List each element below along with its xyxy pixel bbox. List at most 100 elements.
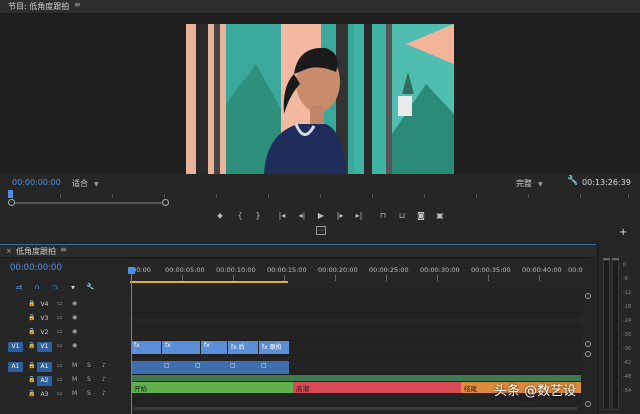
sync-lock-icon[interactable]: ▭ — [57, 342, 63, 349]
comparison-view-icon[interactable]: ▣ — [434, 210, 446, 222]
button-editor-icon[interactable]: ⋯ — [316, 226, 326, 235]
camera-icon[interactable]: ◙ — [415, 210, 427, 222]
mute-button[interactable]: M — [72, 362, 77, 369]
scroll-handle[interactable] — [585, 401, 591, 407]
program-current-timecode[interactable]: 00:00:00:00 — [12, 178, 61, 187]
track-name[interactable]: V2 — [37, 328, 52, 338]
sync-lock-icon[interactable]: ▭ — [57, 300, 63, 307]
audio-clip-icon: ▢ — [230, 362, 236, 369]
track-header-v1: V1 🔒 V1 ▭ ◉ — [0, 341, 130, 354]
source-patch-v1[interactable]: V1 — [8, 342, 23, 352]
mute-button[interactable]: M — [72, 376, 77, 383]
work-area-bar[interactable] — [130, 281, 288, 283]
extract-icon[interactable]: ⊔ — [396, 210, 408, 222]
audio-section-climax[interactable]: 高潮 — [293, 382, 461, 393]
video-clip[interactable]: fx 后 — [228, 341, 258, 354]
lock-icon[interactable]: 🔒 — [28, 328, 35, 335]
scroll-handle[interactable] — [585, 351, 591, 357]
ruler-label: 00:00:15:00 — [267, 266, 307, 274]
go-to-out-icon[interactable]: ▸| — [353, 210, 365, 222]
ruler-tick — [164, 194, 165, 198]
track-name[interactable]: A2 — [37, 376, 52, 386]
video-clip[interactable]: fx 跟拍 — [259, 341, 289, 354]
program-zoom-scrollbar[interactable] — [8, 199, 169, 206]
premiere-workspace: 节目: 低角度跟拍 ≡ 00:00:00:00 适合 ▼ 完整 ▼ 🔧 00:1… — [0, 0, 640, 414]
program-monitor-header: 节目: 低角度跟拍 ≡ — [0, 0, 640, 14]
sync-lock-icon[interactable]: ▭ — [57, 390, 63, 397]
eye-icon[interactable]: ◉ — [72, 300, 77, 307]
ruler-label: 00:00:40:00 — [522, 266, 562, 274]
mark-in-icon[interactable]: { — [234, 210, 246, 222]
zoom-handle-right[interactable] — [162, 199, 169, 206]
db-label: -42 — [623, 360, 632, 366]
timeline-ruler[interactable]: :00:00 00:00:05:00 00:00:10:00 00:00:15:… — [130, 261, 583, 283]
db-label: -30 — [623, 332, 632, 338]
audio-section-start[interactable]: 开始 — [131, 382, 293, 393]
meter-left — [603, 260, 610, 410]
lift-icon[interactable]: ⊓ — [377, 210, 389, 222]
panel-menu-icon[interactable]: ≡ — [60, 245, 67, 254]
source-patch-a1[interactable]: A1 — [8, 362, 23, 372]
track-name[interactable]: A3 — [37, 390, 52, 400]
horizontal-scrollbar[interactable] — [133, 407, 578, 410]
program-duration-timecode: 00:13:26:39 — [582, 178, 631, 187]
lock-icon[interactable]: 🔒 — [28, 314, 35, 321]
timeline-tools: ⇄ ∩ ⊃ ▾ 🔧 — [10, 275, 100, 292]
video-clip[interactable]: fx — [131, 341, 161, 354]
track-name[interactable]: V3 — [37, 314, 52, 324]
timeline-playhead[interactable] — [128, 267, 135, 414]
chevron-down-icon: ▼ — [538, 181, 543, 188]
lock-icon[interactable]: 🔒 — [28, 376, 35, 383]
step-back-icon[interactable]: ◂| — [296, 210, 308, 222]
vertical-scrollbar[interactable] — [584, 289, 592, 414]
microphone-icon[interactable]: ♪ — [102, 376, 106, 383]
add-button-icon[interactable]: + — [619, 227, 627, 238]
lock-icon[interactable]: 🔒 — [28, 300, 35, 307]
sync-lock-icon[interactable]: ▭ — [57, 328, 63, 335]
track-name[interactable]: V1 — [37, 342, 52, 352]
go-to-in-icon[interactable]: |◂ — [276, 210, 288, 222]
track-name[interactable]: V4 — [37, 300, 52, 310]
solo-button[interactable]: S — [87, 362, 91, 369]
lock-icon[interactable]: 🔒 — [28, 342, 35, 349]
program-monitor-title[interactable]: 节目: 低角度跟拍 — [8, 1, 69, 12]
solo-button[interactable]: S — [87, 390, 91, 397]
ruler-tick — [216, 194, 217, 198]
program-playhead[interactable] — [8, 190, 13, 198]
video-clip[interactable]: fx — [201, 341, 227, 354]
playback-resolution-dropdown[interactable]: 完整 ▼ — [516, 178, 543, 189]
mark-out-icon[interactable]: } — [252, 210, 264, 222]
play-icon[interactable]: ▶ — [315, 210, 327, 222]
video-clip[interactable]: fx — [162, 341, 200, 354]
panel-menu-icon[interactable]: ≡ — [74, 0, 81, 9]
eye-icon[interactable]: ◉ — [72, 314, 77, 321]
sync-lock-icon[interactable]: ▭ — [57, 376, 63, 383]
zoom-handle-left[interactable] — [8, 199, 15, 206]
track-name[interactable]: A1 — [37, 362, 52, 372]
lock-icon[interactable]: 🔒 — [28, 362, 35, 369]
mute-button[interactable]: M — [72, 390, 77, 397]
solo-button[interactable]: S — [87, 376, 91, 383]
sync-lock-icon[interactable]: ▭ — [57, 362, 63, 369]
eye-icon[interactable]: ◉ — [72, 328, 77, 335]
step-forward-icon[interactable]: |▸ — [334, 210, 346, 222]
close-icon[interactable]: × — [6, 247, 12, 255]
program-time-ruler[interactable] — [8, 191, 632, 199]
ruler-label: 00:00:35:00 — [471, 266, 511, 274]
microphone-icon[interactable]: ♪ — [102, 390, 106, 397]
fit-dropdown[interactable]: 适合 ▼ — [72, 178, 99, 189]
lock-icon[interactable]: 🔒 — [28, 390, 35, 397]
eye-icon[interactable]: ◉ — [72, 342, 77, 349]
sequence-tab[interactable]: 低角度跟拍 — [16, 246, 56, 257]
scroll-handle[interactable] — [585, 341, 591, 347]
scroll-handle[interactable] — [585, 293, 591, 299]
timeline-current-timecode[interactable]: 00:00:00:00 — [10, 263, 62, 273]
linked-audio-clip[interactable]: ▢ ▢ ▢ ▢ — [131, 361, 289, 374]
microphone-icon[interactable]: ♪ — [102, 362, 106, 369]
db-label: 0 — [623, 262, 627, 268]
timeline-header: × 低角度跟拍 ≡ — [0, 245, 596, 258]
sync-lock-icon[interactable]: ▭ — [57, 314, 63, 321]
ruler-label: 00:00:30:00 — [420, 266, 460, 274]
add-marker-icon[interactable]: ⬥ — [214, 210, 226, 222]
wrench-icon[interactable]: 🔧 — [567, 176, 578, 186]
